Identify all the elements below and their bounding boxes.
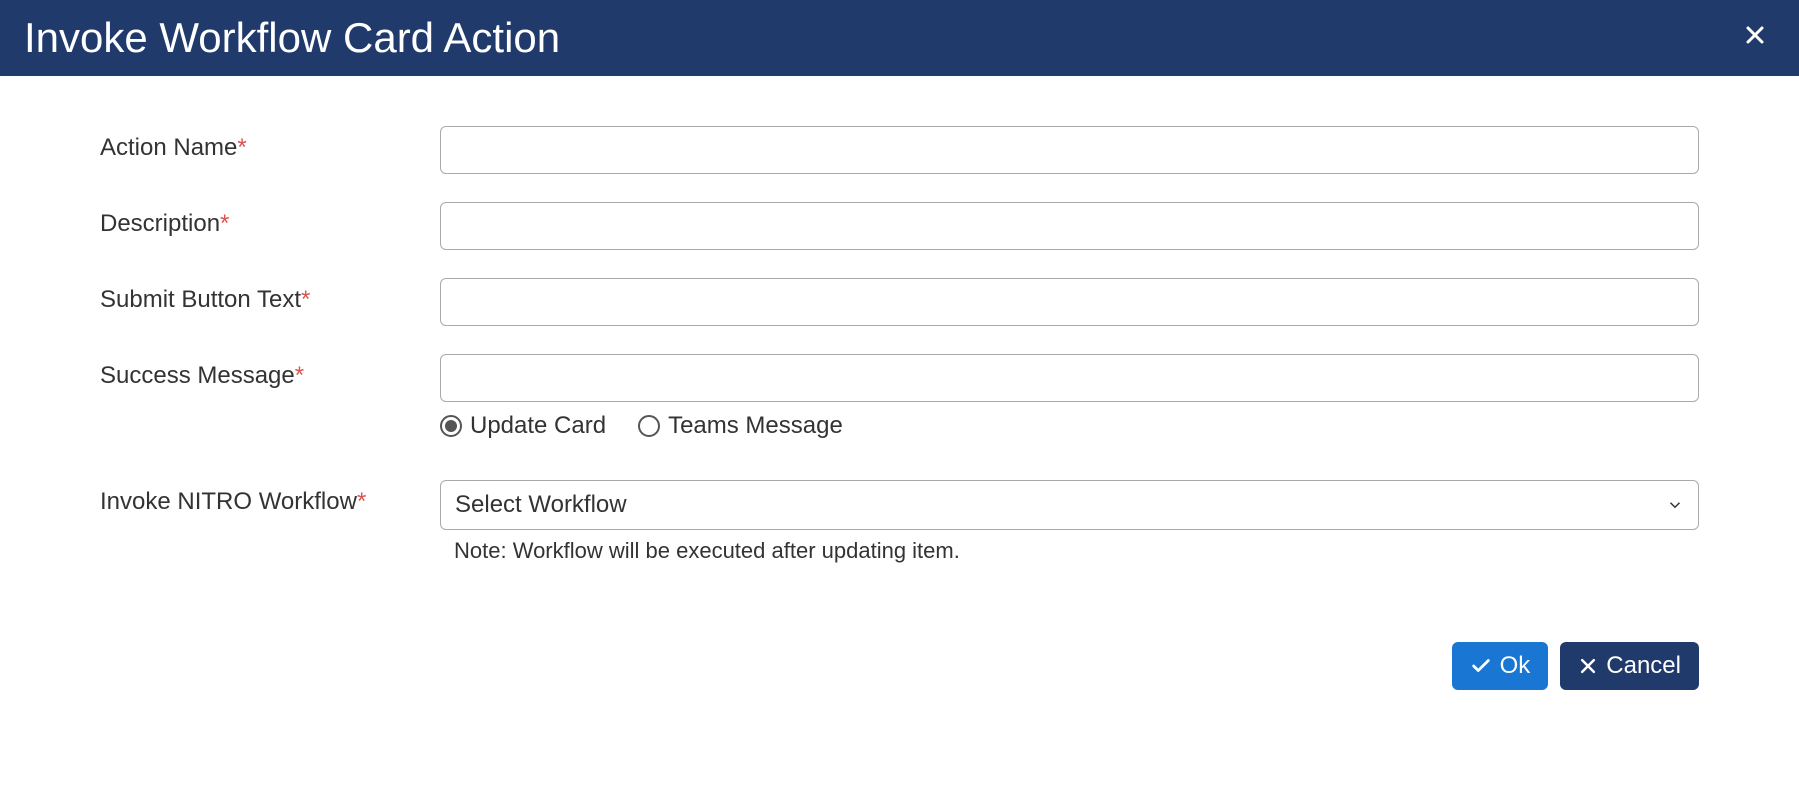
required-marker: * <box>220 210 229 237</box>
message-type-radio-group: Update Card Teams Message <box>440 412 1699 440</box>
radio-update-card[interactable]: Update Card <box>440 412 606 440</box>
row-submit-button-text: Submit Button Text* <box>100 278 1699 326</box>
close-icon <box>1578 656 1598 676</box>
success-message-input[interactable] <box>440 354 1699 402</box>
workflow-note: Note: Workflow will be executed after up… <box>440 538 1699 564</box>
close-button[interactable] <box>1735 18 1775 58</box>
close-icon <box>1743 23 1767 47</box>
action-name-input[interactable] <box>440 126 1699 174</box>
row-invoke-workflow: Invoke NITRO Workflow* Select Workflow N… <box>100 480 1699 564</box>
cancel-label: Cancel <box>1606 652 1681 680</box>
required-marker: * <box>301 286 310 313</box>
description-input[interactable] <box>440 202 1699 250</box>
radio-circle-icon <box>638 415 660 437</box>
ok-label: Ok <box>1500 652 1531 680</box>
label-description: Description* <box>100 202 440 238</box>
invoke-workflow-select[interactable]: Select Workflow <box>440 480 1699 530</box>
radio-circle-icon <box>440 415 462 437</box>
label-action-name: Action Name* <box>100 126 440 162</box>
row-description: Description* <box>100 202 1699 250</box>
row-action-name: Action Name* <box>100 126 1699 174</box>
select-placeholder: Select Workflow <box>455 491 627 519</box>
dialog-footer: Ok Cancel <box>0 612 1799 720</box>
chevron-down-icon <box>1666 496 1684 514</box>
required-marker: * <box>237 134 246 161</box>
label-success-message: Success Message* <box>100 354 440 390</box>
dialog-header: Invoke Workflow Card Action <box>0 0 1799 76</box>
radio-teams-message[interactable]: Teams Message <box>638 412 843 440</box>
label-invoke-workflow: Invoke NITRO Workflow* <box>100 480 440 516</box>
cancel-button[interactable]: Cancel <box>1560 642 1699 690</box>
label-submit-button-text: Submit Button Text* <box>100 278 440 314</box>
submit-button-text-input[interactable] <box>440 278 1699 326</box>
dialog-title: Invoke Workflow Card Action <box>24 14 560 62</box>
required-marker: * <box>357 488 366 515</box>
form: Action Name* Description* Submit Button … <box>0 76 1799 612</box>
check-icon <box>1470 655 1492 677</box>
ok-button[interactable]: Ok <box>1452 642 1549 690</box>
required-marker: * <box>295 362 304 389</box>
row-success-message: Success Message* Update Card Teams Messa… <box>100 354 1699 440</box>
